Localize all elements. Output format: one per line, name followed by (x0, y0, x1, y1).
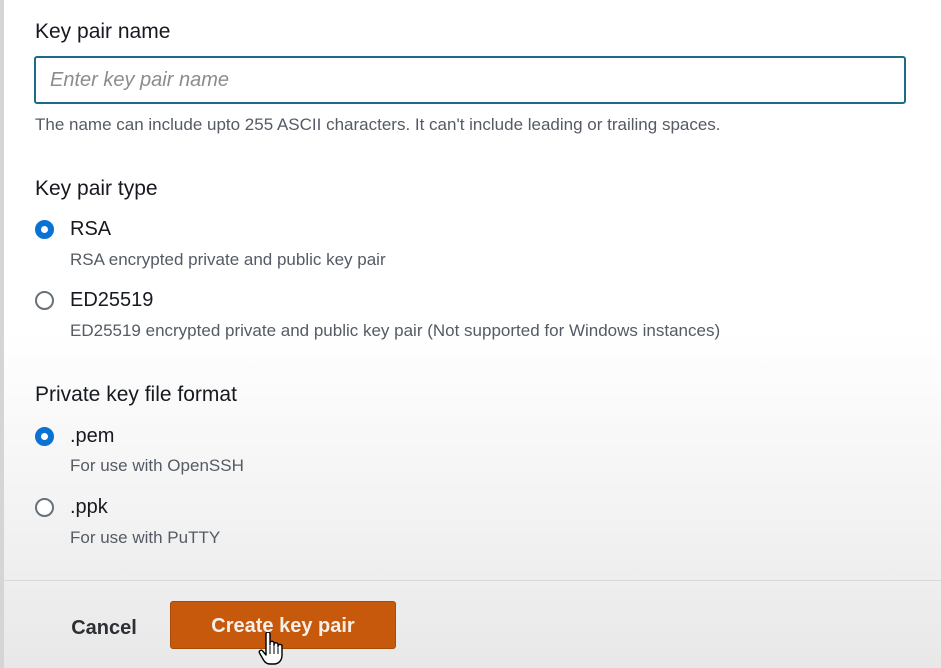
radio-label-pem: .pem (70, 425, 115, 447)
radio-button-ppk[interactable] (35, 498, 54, 517)
key-pair-type-label: Key pair type (35, 177, 158, 200)
radio-button-ed25519[interactable] (35, 291, 54, 310)
hand-pointer-cursor-icon (258, 632, 283, 665)
radio-description-pem: For use with OpenSSH (70, 456, 244, 475)
private-key-format-label: Private key file format (35, 383, 237, 406)
panel-left-edge (0, 0, 4, 668)
radio-option-rsa[interactable]: RSA (35, 218, 111, 241)
radio-option-ed25519[interactable]: ED25519 (35, 289, 153, 312)
radio-label-rsa: RSA (70, 218, 112, 240)
footer-divider (0, 580, 941, 581)
radio-option-ppk[interactable]: .ppk (35, 496, 108, 519)
radio-description-ed25519: ED25519 encrypted private and public key… (70, 321, 721, 340)
radio-description-rsa: RSA encrypted private and public key pai… (70, 250, 386, 269)
key-pair-name-label: Key pair name (35, 20, 171, 43)
key-pair-name-hint: The name can include upto 255 ASCII char… (35, 115, 721, 134)
cancel-button[interactable]: Cancel (58, 605, 150, 649)
radio-button-rsa[interactable] (35, 220, 54, 239)
key-pair-name-input[interactable] (34, 56, 906, 104)
radio-option-pem[interactable]: .pem (35, 425, 114, 448)
radio-description-ppk: For use with PuTTY (70, 528, 221, 547)
radio-button-pem[interactable] (35, 427, 54, 446)
radio-label-ppk: .ppk (70, 496, 108, 518)
radio-label-ed25519: ED25519 (70, 289, 154, 311)
